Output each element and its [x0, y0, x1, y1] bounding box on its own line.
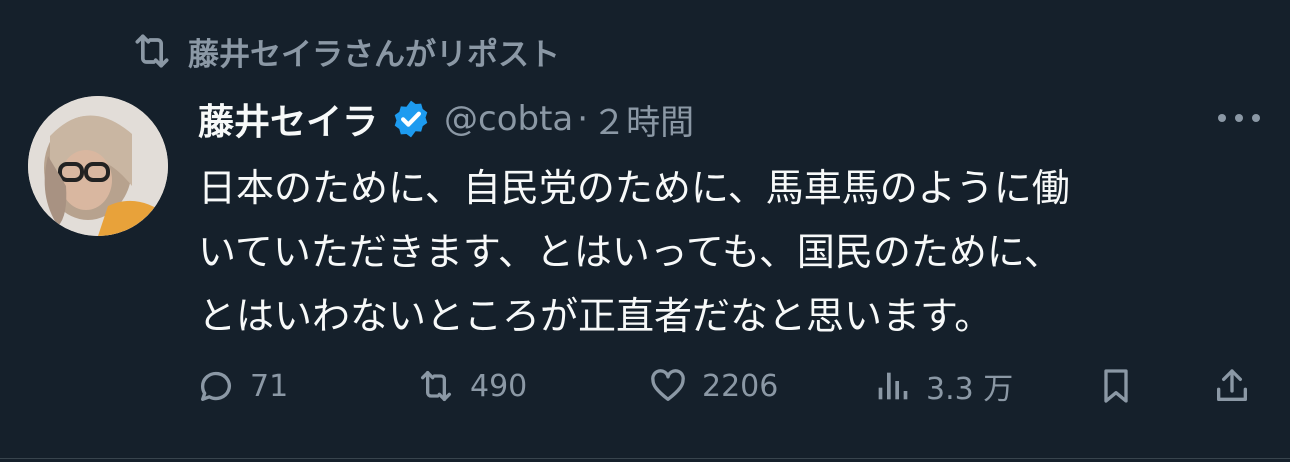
views-count: 3.3 万	[926, 372, 1014, 407]
repost-button[interactable]: 490	[416, 360, 527, 412]
views-button[interactable]: 3.3 万	[872, 360, 1013, 412]
share-icon	[1217, 369, 1247, 401]
bookmark-icon	[1104, 369, 1128, 403]
like-count: 2206	[702, 368, 779, 404]
tweet-header: 藤井セイラ @cobta · ２時間	[198, 92, 694, 146]
bookmark-button[interactable]	[1096, 360, 1136, 412]
tweet-text-line: とはいわないところが正直者だなと思います。	[198, 294, 993, 338]
reply-count: 71	[250, 368, 289, 404]
repost-icon	[421, 371, 451, 401]
tweet-text-line: 日本のために、自民党のために、馬車馬のように働	[198, 166, 1070, 210]
avatar[interactable]	[28, 96, 168, 236]
repost-indicator-text: 藤井セイラさんがリポスト	[188, 36, 560, 73]
views-chart-icon	[878, 372, 908, 400]
author-name[interactable]: 藤井セイラ	[198, 93, 378, 145]
like-button[interactable]: 2206	[648, 360, 778, 412]
tweet-text: 日本のために、自民党のために、馬車馬のように働 いていただきます、とはいっても、…	[198, 156, 1268, 348]
author-handle[interactable]: @cobta	[444, 99, 573, 139]
reply-icon	[201, 371, 231, 401]
tweet-text-line: いていただきます、とはいっても、国民のために、	[198, 230, 1062, 274]
divider	[0, 458, 1290, 459]
avatar-image	[28, 96, 168, 236]
share-button[interactable]	[1212, 360, 1252, 412]
repost-icon	[135, 34, 169, 68]
reply-button[interactable]: 71	[196, 360, 288, 412]
tweet-actions: 71 490 2206 3.3 万	[196, 360, 1260, 412]
repost-indicator[interactable]: 藤井セイラさんがリポスト	[130, 28, 560, 74]
tweet-timestamp[interactable]: ２時間	[592, 95, 694, 144]
repost-count: 490	[470, 368, 528, 404]
like-heart-icon	[651, 369, 685, 401]
separator-dot: ·	[577, 99, 589, 139]
more-options-icon[interactable]	[1218, 103, 1260, 133]
verified-badge-icon[interactable]	[390, 98, 432, 140]
